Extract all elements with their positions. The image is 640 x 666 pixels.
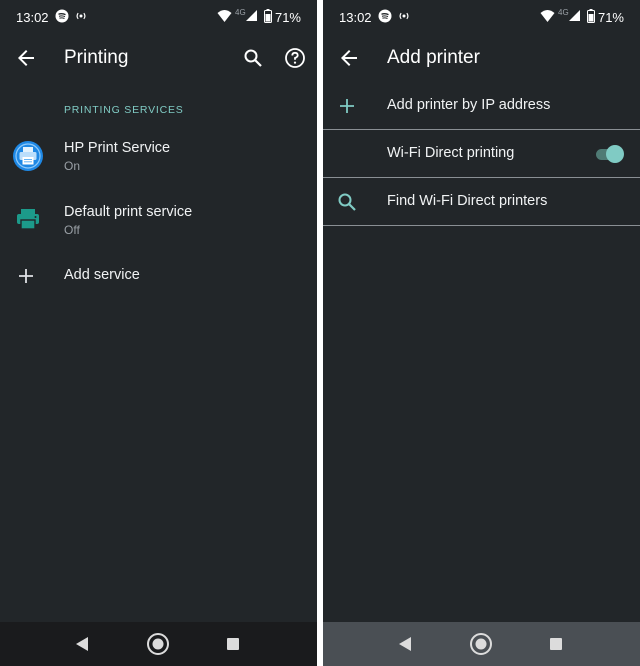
add-printer-by-ip-label: Add printer by IP address — [387, 97, 551, 113]
service-status: On — [64, 159, 81, 173]
nav-back-icon[interactable] — [70, 632, 94, 656]
status-bar: 13:02 4G 71% — [0, 0, 317, 34]
service-title: Default print service — [64, 204, 193, 220]
find-wifi-direct-printers-row[interactable]: Find Wi-Fi Direct printers — [323, 178, 640, 226]
back-arrow-icon[interactable] — [337, 46, 361, 70]
add-service-button[interactable]: Add service — [0, 256, 317, 296]
add-printer-screen: 13:02 4G 71% Add printer Add printer by … — [323, 0, 640, 666]
service-status: Off — [64, 223, 80, 237]
page-title: Add printer — [387, 47, 480, 68]
status-time: 13:02 — [16, 10, 49, 25]
hotspot-icon — [76, 12, 86, 20]
plus-icon — [340, 99, 354, 113]
spotify-icon — [55, 9, 69, 23]
search-icon[interactable] — [241, 46, 265, 70]
service-default-print[interactable]: Default print service Off — [0, 194, 317, 250]
divider — [323, 225, 640, 226]
status-bar: 13:02 4G 71% — [323, 0, 640, 34]
app-bar: Add printer — [323, 34, 640, 82]
nav-recents-icon[interactable] — [221, 632, 245, 656]
search-icon — [338, 193, 356, 211]
navigation-bar — [323, 622, 640, 666]
service-hp-print[interactable]: HP Print Service On — [0, 130, 317, 186]
back-arrow-icon[interactable] — [14, 46, 38, 70]
network-type: 4G — [558, 8, 569, 17]
wifi-icon — [540, 10, 555, 22]
hotspot-icon — [399, 12, 409, 20]
cell-signal-icon — [246, 10, 257, 21]
spotify-icon — [378, 9, 392, 23]
nav-back-icon[interactable] — [393, 632, 417, 656]
plus-icon — [19, 269, 33, 283]
wifi-direct-printing-row[interactable]: Wi-Fi Direct printing — [323, 130, 640, 178]
nav-recents-icon[interactable] — [544, 632, 568, 656]
cell-signal-icon — [569, 10, 580, 21]
printer-icon — [17, 209, 39, 230]
nav-home-icon[interactable] — [469, 632, 493, 656]
hp-printer-icon — [13, 141, 43, 171]
toggle-thumb — [606, 145, 624, 163]
find-wifi-direct-printers-label: Find Wi-Fi Direct printers — [387, 193, 548, 209]
wifi-icon — [217, 10, 232, 22]
navigation-bar — [0, 622, 317, 666]
battery-icon — [587, 9, 595, 23]
battery-percent: 71% — [274, 10, 301, 25]
wifi-direct-printing-label: Wi-Fi Direct printing — [387, 145, 515, 161]
section-header: PRINTING SERVICES — [64, 104, 184, 116]
battery-percent: 71% — [597, 10, 624, 25]
add-service-label: Add service — [64, 267, 140, 283]
app-bar: Printing — [0, 34, 317, 82]
nav-home-icon[interactable] — [146, 632, 170, 656]
status-time: 13:02 — [339, 10, 372, 25]
page-title: Printing — [64, 47, 129, 68]
wifi-direct-toggle[interactable] — [594, 145, 624, 163]
battery-icon — [264, 9, 272, 23]
network-type: 4G — [235, 8, 246, 17]
add-printer-by-ip-row[interactable]: Add printer by IP address — [323, 82, 640, 130]
help-icon[interactable] — [283, 46, 307, 70]
service-title: HP Print Service — [64, 140, 171, 156]
printing-screen: 13:02 4G 71% Printing PRINTING SERVICES … — [0, 0, 317, 666]
